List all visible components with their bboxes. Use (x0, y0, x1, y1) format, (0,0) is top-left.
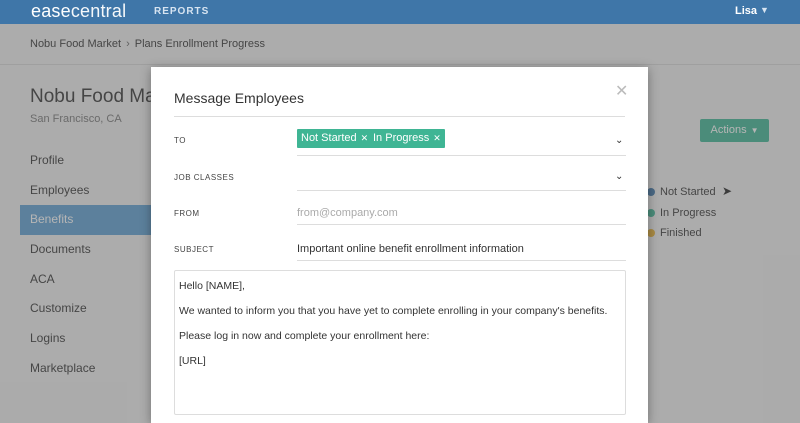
from-input[interactable]: from@company.com (297, 207, 398, 219)
message-line: Hello [NAME], (179, 280, 245, 292)
message-line: Please log in now and complete your enro… (179, 330, 430, 342)
to-tag-in-progress[interactable]: In Progress ✕ (369, 129, 445, 148)
remove-tag-icon[interactable]: ✕ (433, 133, 441, 143)
message-employees-modal: Message Employees ✕ TO Not Started ✕ In P… (151, 67, 648, 423)
message-line: [URL] (179, 355, 206, 367)
from-label: FROM (174, 209, 200, 218)
to-label: TO (174, 136, 186, 145)
job-classes-label: JOB CLASSES (174, 173, 235, 182)
subject-field-underline (297, 260, 626, 261)
remove-tag-icon[interactable]: ✕ (361, 133, 369, 143)
top-nav-bar: easecentral REPORTS Lisa ▼ (0, 0, 800, 24)
subject-input[interactable]: Important online benefit enrollment info… (297, 243, 524, 255)
chevron-down-icon[interactable]: ⌄ (615, 171, 623, 182)
logo-text-ease: ease (31, 1, 71, 21)
to-tag-not-started[interactable]: Not Started ✕ (297, 129, 373, 148)
nav-reports-link[interactable]: REPORTS (154, 6, 209, 17)
easecentral-logo[interactable]: easecentral (31, 1, 126, 21)
close-icon[interactable]: ✕ (615, 81, 628, 101)
modal-title: Message Employees (174, 90, 304, 106)
tag-label: In Progress (373, 132, 430, 144)
chevron-down-icon[interactable]: ▼ (760, 5, 769, 15)
logo-text-central: central (70, 1, 127, 21)
user-menu[interactable]: Lisa (735, 5, 757, 17)
from-field-underline (297, 224, 626, 225)
to-field[interactable] (297, 155, 626, 156)
divider (174, 116, 625, 117)
message-line: We wanted to inform you that you have ye… (179, 305, 608, 317)
chevron-down-icon[interactable]: ⌄ (615, 135, 623, 146)
subject-label: SUBJECT (174, 245, 214, 254)
tag-label: Not Started (301, 132, 357, 144)
message-body-textarea[interactable]: Hello [NAME], We wanted to inform you th… (174, 270, 626, 415)
job-classes-select[interactable] (297, 190, 626, 191)
